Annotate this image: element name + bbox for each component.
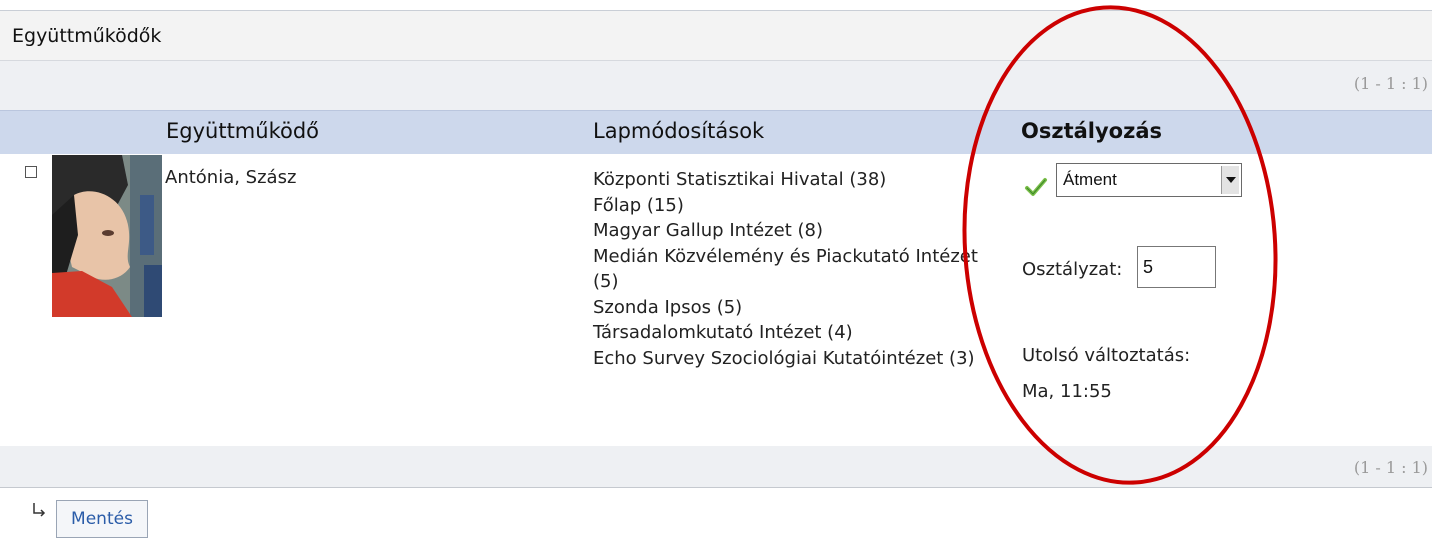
pager-bar-top: (1 - 1 : 1) [0, 60, 1432, 110]
change-item[interactable]: Magyar Gallup Intézet (8) [593, 218, 1013, 244]
actions-bar [0, 488, 1432, 544]
column-header-collaborator[interactable]: Együttműködő [166, 119, 319, 143]
pager-bottom: (1 - 1 : 1) [1353, 458, 1428, 477]
grade-input-value: 5 [1143, 257, 1154, 277]
return-arrow-icon [32, 502, 46, 517]
last-change-label: Utolsó változtatás: [1022, 345, 1191, 366]
row-select-checkbox[interactable] [25, 166, 37, 178]
change-item[interactable]: Társadalomkutató Intézet (4) [593, 320, 1013, 346]
section-title: Együttműködők [12, 25, 162, 47]
chevron-down-icon[interactable] [1221, 166, 1239, 194]
page-changes-list: Központi Statisztikai Hivatal (38) Főlap… [593, 167, 1013, 371]
grade-label: Osztályzat: [1022, 259, 1123, 280]
avatar [52, 155, 162, 317]
change-item[interactable]: Medián Közvélemény és Piackutató Intézet [593, 244, 1013, 270]
table-header: Együttműködő Lapmódosítások Osztályozás [0, 110, 1432, 154]
change-item[interactable]: Központi Statisztikai Hivatal (38) [593, 167, 1013, 193]
section-header: Együttműködők [0, 10, 1432, 60]
change-item-count[interactable]: (5) [593, 269, 1013, 295]
status-select-value: Átment [1063, 170, 1117, 189]
status-select[interactable]: Átment [1056, 163, 1242, 197]
change-item[interactable]: Szonda Ipsos (5) [593, 295, 1013, 321]
change-item[interactable]: Főlap (15) [593, 193, 1013, 219]
collaborator-name[interactable]: Antónia, Szász [165, 167, 296, 188]
column-header-changes[interactable]: Lapmódosítások [593, 119, 764, 143]
last-change-time: Ma, 11:55 [1022, 381, 1112, 402]
change-item[interactable]: Echo Survey Szociológiai Kutatóintézet (… [593, 346, 1013, 372]
save-button[interactable]: Mentés [56, 500, 148, 538]
column-header-grading[interactable]: Osztályozás [1021, 119, 1162, 143]
grade-input[interactable]: 5 [1137, 246, 1216, 288]
pager-top: (1 - 1 : 1) [1353, 74, 1428, 93]
pager-bar-bottom: (1 - 1 : 1) [0, 446, 1432, 488]
checkmark-icon [1024, 175, 1048, 199]
